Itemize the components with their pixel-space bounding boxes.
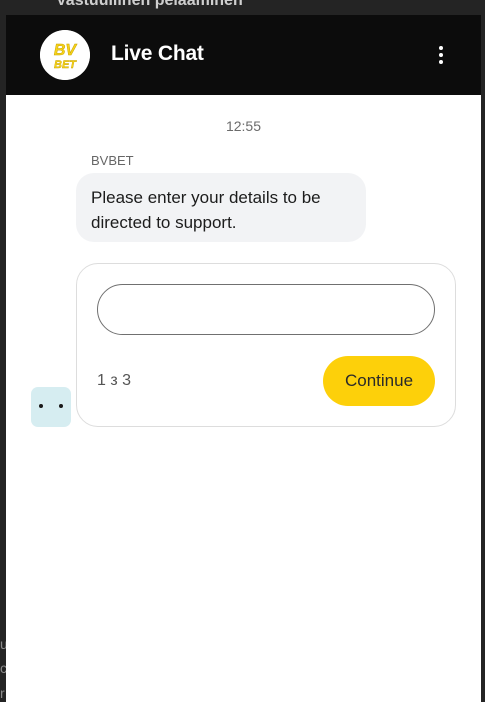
page: Vastuullinen pelaaminen u c r BV BET Liv… [0, 0, 485, 702]
details-input[interactable] [97, 284, 435, 335]
message-timestamp: 12:55 [225, 118, 262, 134]
brand-logo-graphic: BV BET [40, 30, 90, 80]
continue-button[interactable]: Continue [323, 356, 435, 406]
background-page-text: Vastuullinen pelaaminen [56, 0, 243, 9]
svg-text:BV: BV [54, 42, 78, 59]
more-vertical-icon [439, 53, 443, 57]
more-options-button[interactable] [426, 40, 456, 70]
sender-name: BVBET [91, 153, 134, 168]
more-vertical-icon [439, 46, 443, 50]
message-bubble: Please enter your details to be directed… [76, 173, 366, 242]
details-form-card: 1 з 3 Continue [76, 263, 456, 427]
step-indicator: 1 з 3 [97, 372, 132, 389]
chat-window: BV BET Live Chat 12:55 BVBET Please ente… [6, 15, 481, 702]
chat-header: BV BET Live Chat [6, 15, 481, 95]
chat-title: Live Chat [111, 42, 204, 65]
agent-avatar [31, 387, 71, 427]
more-vertical-icon [439, 60, 443, 64]
svg-text:BET: BET [54, 59, 77, 71]
bot-face-icon [39, 404, 43, 408]
bot-face-icon [59, 404, 63, 408]
brand-logo: BV BET [40, 30, 90, 80]
